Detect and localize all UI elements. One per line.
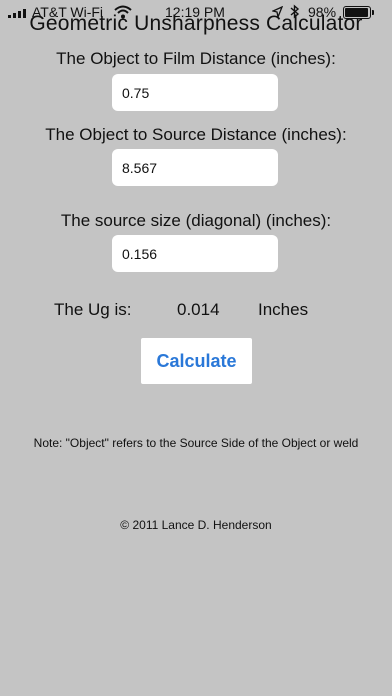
source-size-input[interactable]	[112, 235, 278, 272]
result-row: The Ug is: 0.014 Inches	[0, 300, 392, 322]
source-size-label: The source size (diagonal) (inches):	[60, 211, 332, 230]
app-title: Geometric Unsharpness Calculator	[29, 12, 363, 35]
result-label: The Ug is:	[54, 300, 132, 319]
object-to-film-input[interactable]	[112, 74, 278, 111]
copyright-text: © 2011 Lance D. Henderson	[120, 518, 272, 532]
result-value: 0.014	[177, 300, 220, 319]
object-to-film-label: The Object to Film Distance (inches):	[56, 49, 336, 68]
object-to-source-input[interactable]	[112, 149, 278, 186]
result-unit: Inches	[258, 300, 309, 319]
calculate-button[interactable]: Calculate	[141, 338, 252, 384]
note-text: Note: "Object" refers to the Source Side…	[33, 436, 359, 450]
object-to-source-label: The Object to Source Distance (inches):	[45, 125, 347, 144]
